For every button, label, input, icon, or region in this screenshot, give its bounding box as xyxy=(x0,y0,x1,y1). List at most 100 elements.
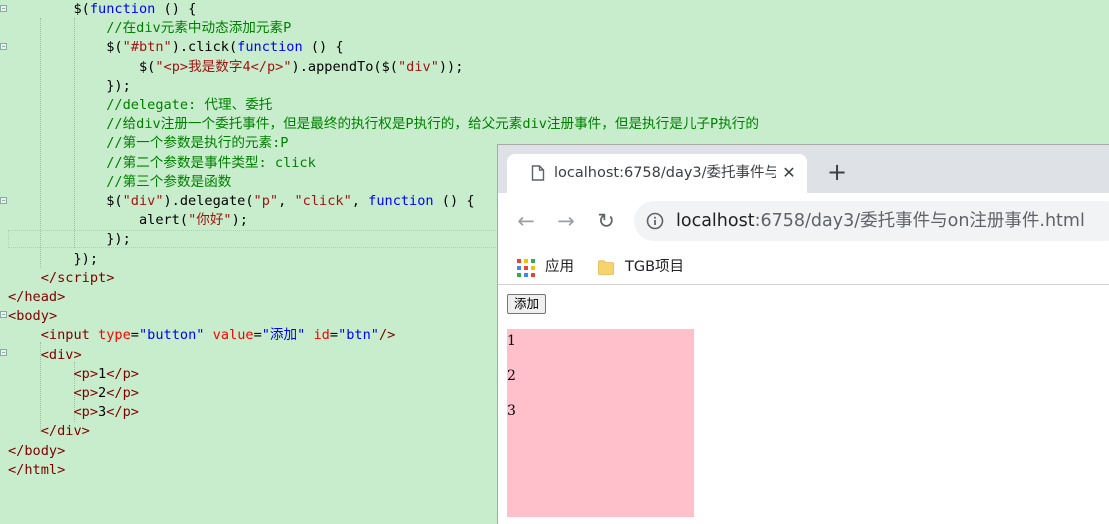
code-line: }); xyxy=(8,250,98,269)
code-line: //在div元素中动态添加元素P xyxy=(8,19,291,38)
code-token: "你好" xyxy=(188,212,232,229)
code-token: id xyxy=(313,327,330,344)
code-token: < xyxy=(8,365,82,382)
fold-marker[interactable]: − xyxy=(0,197,7,204)
page-icon xyxy=(531,165,545,181)
code-token: input xyxy=(48,327,90,344)
code-line: </script> xyxy=(8,269,115,288)
code-token: //delegate: 代理、委托 xyxy=(8,97,273,113)
editor-gutter xyxy=(0,0,8,523)
code-token: 1 xyxy=(98,365,107,382)
code-line: //给div注册一个委托事件，但是最终的执行权是P执行的，给父元素div注册事件… xyxy=(8,115,759,134)
code-token: > xyxy=(48,308,58,325)
code-token: }); xyxy=(8,77,131,94)
address-bar[interactable]: localhost:6758/day3/委托事件与on注册事件.html xyxy=(634,201,1109,241)
code-token: //第三个参数是函数 xyxy=(8,173,232,190)
browser-tab[interactable]: localhost:6758/day3/委托事件与on注册事件.html ✕ xyxy=(507,154,807,193)
code-token: ).appendTo($( xyxy=(291,58,398,75)
code-token: p xyxy=(122,404,131,421)
code-token: //给div注册一个委托事件，但是最终的执行权是P执行的，给父元素div注册事件… xyxy=(8,116,759,133)
bookmarks-bar: 应用 TGB项目 xyxy=(498,251,1109,285)
code-line: //delegate: 代理、委托 xyxy=(8,96,272,115)
bookmark-tgb-project[interactable]: TGB项目 xyxy=(625,251,684,284)
bookmark-apps[interactable]: 应用 xyxy=(545,251,574,284)
code-token: 2 xyxy=(98,385,107,401)
code-token: () { xyxy=(433,193,475,209)
code-token: > xyxy=(106,269,115,286)
code-token: = xyxy=(130,327,139,344)
code-token: "p" xyxy=(253,193,279,209)
code-token: </ xyxy=(8,423,58,440)
code-token: > xyxy=(130,385,139,401)
code-token: < xyxy=(8,327,49,344)
back-arrow-icon[interactable]: ← xyxy=(512,207,540,235)
code-token: < xyxy=(8,404,82,421)
code-token: //在div元素中动态添加元素P xyxy=(8,20,292,37)
code-token: > xyxy=(57,461,66,478)
fold-marker[interactable]: − xyxy=(0,5,7,12)
code-token: script xyxy=(57,269,107,286)
code-token: div xyxy=(48,346,74,363)
code-token: "button" xyxy=(138,327,205,344)
code-token: ).delegate( xyxy=(163,193,254,209)
code-token: ).click( xyxy=(171,39,238,56)
code-token: }); xyxy=(8,231,131,248)
code-token: "div" xyxy=(122,193,164,209)
code-line: $(function () { xyxy=(8,0,196,19)
code-token: ); xyxy=(231,212,248,229)
code-token: </ xyxy=(8,269,58,286)
code-token: > xyxy=(81,423,90,440)
code-token: </ xyxy=(8,289,25,305)
code-token: , xyxy=(278,193,295,209)
code-token: /> xyxy=(378,327,396,344)
code-token: </ xyxy=(106,365,123,382)
paragraph-3[interactable]: 3 xyxy=(507,403,516,419)
code-token: $( xyxy=(8,193,123,209)
browser-window: localhost:6758/day3/委托事件与on注册事件.html ✕ +… xyxy=(497,144,1109,524)
code-token: () { xyxy=(155,1,197,17)
paragraph-2[interactable]: 2 xyxy=(507,368,516,384)
code-line: </head> xyxy=(8,288,65,307)
code-token: "click" xyxy=(294,193,352,209)
paragraph-1[interactable]: 1 xyxy=(507,333,516,349)
code-token: value xyxy=(212,327,254,344)
code-line: //第二个参数是事件类型: click xyxy=(8,154,316,173)
tab-strip: localhost:6758/day3/委托事件与on注册事件.html ✕ + xyxy=(498,145,1109,193)
code-line: }); xyxy=(8,77,131,96)
fold-marker[interactable]: − xyxy=(0,349,7,356)
forward-arrow-icon[interactable]: → xyxy=(552,207,580,235)
add-button[interactable]: 添加 xyxy=(507,294,547,314)
container-div[interactable]: 1 2 3 xyxy=(507,329,694,517)
code-token: alert( xyxy=(8,212,189,229)
code-token: </ xyxy=(8,442,25,459)
reload-icon[interactable]: ↻ xyxy=(592,207,620,235)
code-token: > xyxy=(89,404,99,421)
fold-marker[interactable]: − xyxy=(0,311,7,318)
code-token: body xyxy=(24,442,58,459)
new-tab-button[interactable]: + xyxy=(824,159,850,185)
apps-grid-icon[interactable] xyxy=(517,259,535,277)
code-token: function xyxy=(89,1,156,17)
code-token: p xyxy=(122,385,131,401)
code-token: function xyxy=(237,39,303,56)
code-token: , xyxy=(351,193,369,209)
code-token: 3 xyxy=(98,404,107,421)
code-line: $("div").delegate("p", "click", function… xyxy=(8,192,475,211)
code-token: p xyxy=(81,365,90,382)
code-token: p xyxy=(81,404,90,421)
code-token: > xyxy=(89,365,99,382)
code-token: body xyxy=(16,308,49,325)
close-tab-icon[interactable]: ✕ xyxy=(777,161,801,185)
code-token: = xyxy=(329,327,339,344)
code-line: </div> xyxy=(8,422,90,441)
code-token: p xyxy=(122,365,131,382)
info-icon[interactable] xyxy=(646,212,664,230)
code-line: <p>2</p> xyxy=(8,384,139,403)
code-token: > xyxy=(57,442,66,459)
fold-marker[interactable]: − xyxy=(0,43,7,50)
code-token: $( xyxy=(8,39,123,56)
code-token: "添加" xyxy=(261,327,306,344)
